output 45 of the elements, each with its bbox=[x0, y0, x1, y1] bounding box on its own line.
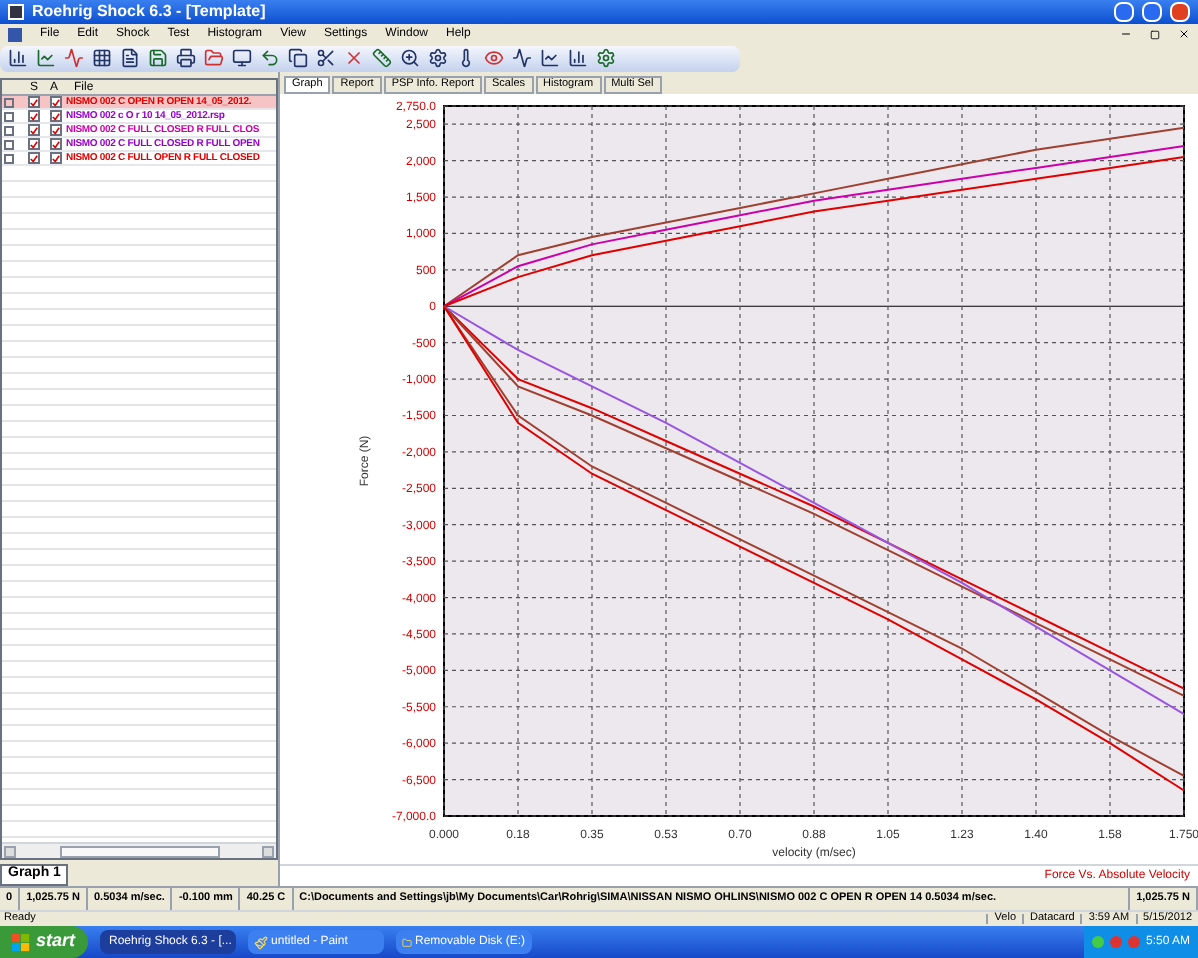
horizontal-scrollbar[interactable] bbox=[2, 842, 276, 858]
checkbox[interactable] bbox=[50, 96, 62, 108]
close-button[interactable] bbox=[1170, 2, 1190, 22]
document-icon bbox=[8, 27, 22, 41]
settings-icon[interactable] bbox=[428, 48, 448, 68]
app-icon bbox=[8, 4, 24, 20]
open-folder-icon[interactable] bbox=[204, 48, 224, 68]
cut-icon[interactable] bbox=[316, 48, 336, 68]
window-title: Roehrig Shock 6.3 - [Template] bbox=[32, 4, 268, 20]
checkbox[interactable] bbox=[28, 152, 40, 164]
pulse-icon[interactable] bbox=[512, 48, 532, 68]
checkbox[interactable] bbox=[50, 110, 62, 122]
print-icon[interactable] bbox=[176, 48, 196, 68]
maximize-button[interactable] bbox=[1142, 2, 1162, 22]
save-icon[interactable] bbox=[148, 48, 168, 68]
pulse-icon[interactable] bbox=[64, 48, 84, 68]
paintbrush-icon bbox=[253, 935, 268, 949]
checkbox[interactable] bbox=[50, 124, 62, 136]
checkbox[interactable] bbox=[28, 138, 40, 150]
monitor-icon[interactable] bbox=[232, 48, 252, 68]
start-button[interactable]: start bbox=[0, 926, 88, 958]
minimize-icon[interactable] bbox=[1120, 28, 1132, 40]
copy-icon[interactable] bbox=[288, 48, 308, 68]
minimize-button[interactable] bbox=[1114, 2, 1134, 22]
line-chart-icon[interactable] bbox=[36, 48, 56, 68]
close-icon[interactable] bbox=[1178, 28, 1190, 40]
windows-logo-icon bbox=[12, 933, 30, 951]
eye-icon[interactable] bbox=[484, 48, 504, 68]
zoom-icon[interactable] bbox=[400, 48, 420, 68]
folder-icon bbox=[401, 935, 411, 949]
line-chart-icon[interactable] bbox=[540, 48, 560, 68]
bar-chart-icon[interactable] bbox=[8, 48, 28, 68]
ruler-icon[interactable] bbox=[372, 48, 392, 68]
checkbox[interactable] bbox=[28, 110, 40, 122]
grid-icon[interactable] bbox=[92, 48, 112, 68]
new-file-icon[interactable] bbox=[120, 48, 140, 68]
bar-chart-icon[interactable] bbox=[568, 48, 588, 68]
thermometer-icon[interactable] bbox=[456, 48, 476, 68]
checkbox[interactable] bbox=[50, 152, 62, 164]
checkbox[interactable] bbox=[28, 124, 40, 136]
settings-icon[interactable] bbox=[596, 48, 616, 68]
undo-icon[interactable] bbox=[260, 48, 280, 68]
checkbox[interactable] bbox=[28, 96, 40, 108]
restore-icon[interactable] bbox=[1150, 29, 1160, 39]
checkbox[interactable] bbox=[50, 138, 62, 150]
